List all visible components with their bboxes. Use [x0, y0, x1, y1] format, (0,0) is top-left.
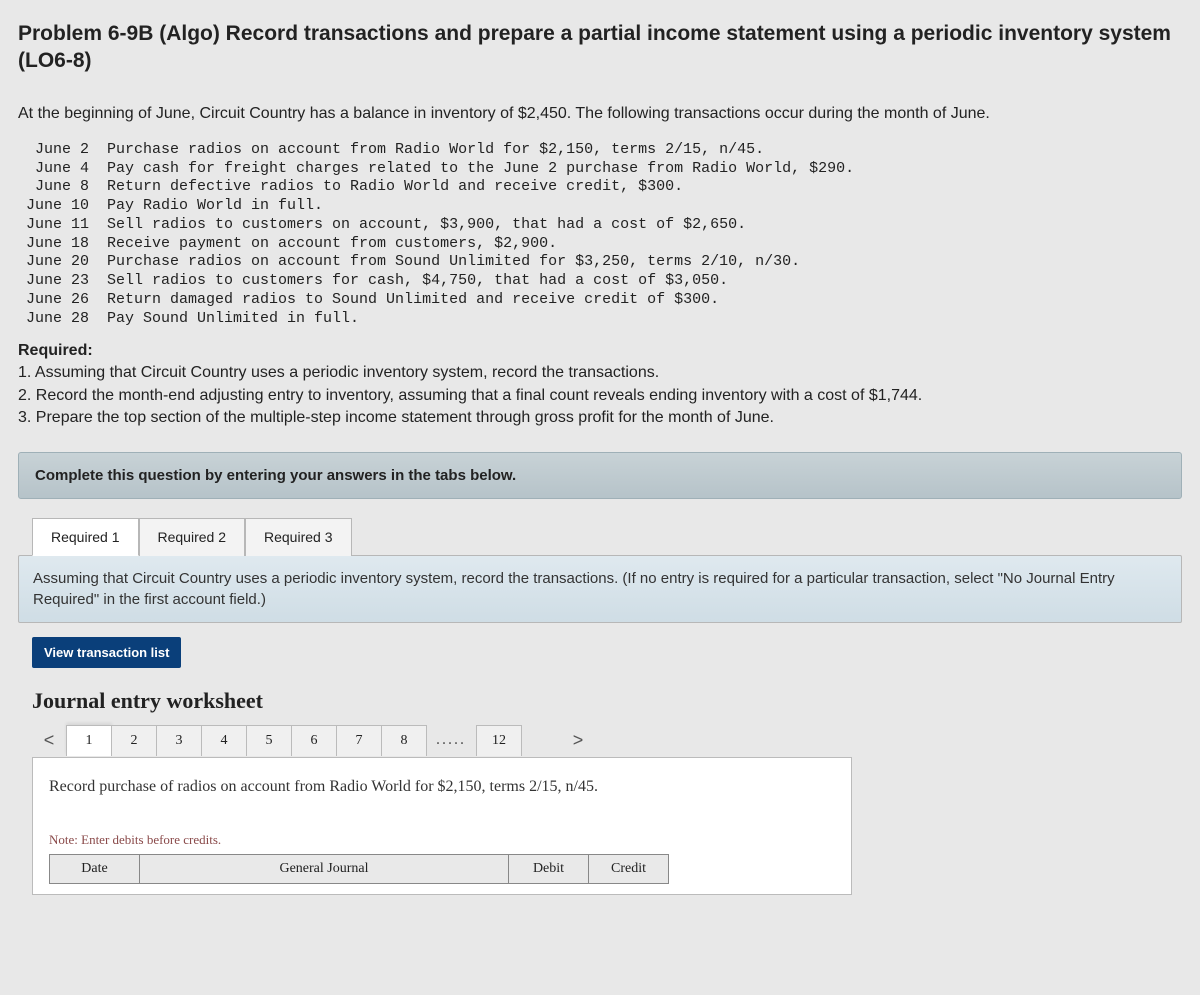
- worksheet-tab-ellipsis: .....: [426, 731, 476, 749]
- requirement-1: 1. Assuming that Circuit Country uses a …: [18, 362, 1182, 384]
- worksheet-next-icon[interactable]: >: [561, 724, 595, 757]
- worksheet-tab-8[interactable]: 8: [381, 725, 427, 756]
- worksheet-nav: < 1 2 3 4 5 6 7 8 ..... 12 >: [32, 724, 1168, 757]
- problem-title: Problem 6-9B (Algo) Record transactions …: [18, 20, 1182, 75]
- requirements-list: 1. Assuming that Circuit Country uses a …: [18, 362, 1182, 429]
- instruction-bar: Complete this question by entering your …: [18, 452, 1182, 499]
- requirement-3: 3. Prepare the top section of the multip…: [18, 407, 1182, 429]
- worksheet-note: Note: Enter debits before credits.: [49, 832, 835, 848]
- journal-entry-worksheet: Journal entry worksheet < 1 2 3 4 5 6 7 …: [32, 688, 1168, 895]
- worksheet-tab-2[interactable]: 2: [111, 725, 157, 756]
- requirement-2: 2. Record the month-end adjusting entry …: [18, 385, 1182, 407]
- journal-entry-table: Date General Journal Debit Credit: [49, 854, 669, 884]
- worksheet-tab-12[interactable]: 12: [476, 725, 522, 756]
- transaction-list: June 2 Purchase radios on account from R…: [18, 141, 1182, 329]
- worksheet-tab-1[interactable]: 1: [66, 725, 112, 756]
- worksheet-tab-7[interactable]: 7: [336, 725, 382, 756]
- table-header-row: Date General Journal Debit Credit: [50, 855, 669, 884]
- col-general-journal: General Journal: [140, 855, 509, 884]
- tab-panel-instructions: Assuming that Circuit Country uses a per…: [18, 555, 1182, 623]
- intro-text: At the beginning of June, Circuit Countr…: [18, 103, 1182, 125]
- col-credit: Credit: [589, 855, 669, 884]
- worksheet-tab-4[interactable]: 4: [201, 725, 247, 756]
- worksheet-body: Record purchase of radios on account fro…: [32, 757, 852, 895]
- col-date: Date: [50, 855, 140, 884]
- requirement-tabs: Required 1 Required 2 Required 3: [32, 517, 1182, 555]
- view-transaction-list-button[interactable]: View transaction list: [32, 637, 181, 668]
- worksheet-title: Journal entry worksheet: [32, 688, 1168, 714]
- worksheet-tab-6[interactable]: 6: [291, 725, 337, 756]
- tab-required-3[interactable]: Required 3: [245, 518, 352, 556]
- tab-required-1[interactable]: Required 1: [32, 518, 139, 556]
- required-heading: Required:: [18, 342, 1182, 360]
- worksheet-tab-3[interactable]: 3: [156, 725, 202, 756]
- worksheet-prompt: Record purchase of radios on account fro…: [49, 776, 835, 798]
- worksheet-prev-icon[interactable]: <: [32, 724, 66, 757]
- tab-required-2[interactable]: Required 2: [139, 518, 246, 556]
- worksheet-tab-5[interactable]: 5: [246, 725, 292, 756]
- col-debit: Debit: [509, 855, 589, 884]
